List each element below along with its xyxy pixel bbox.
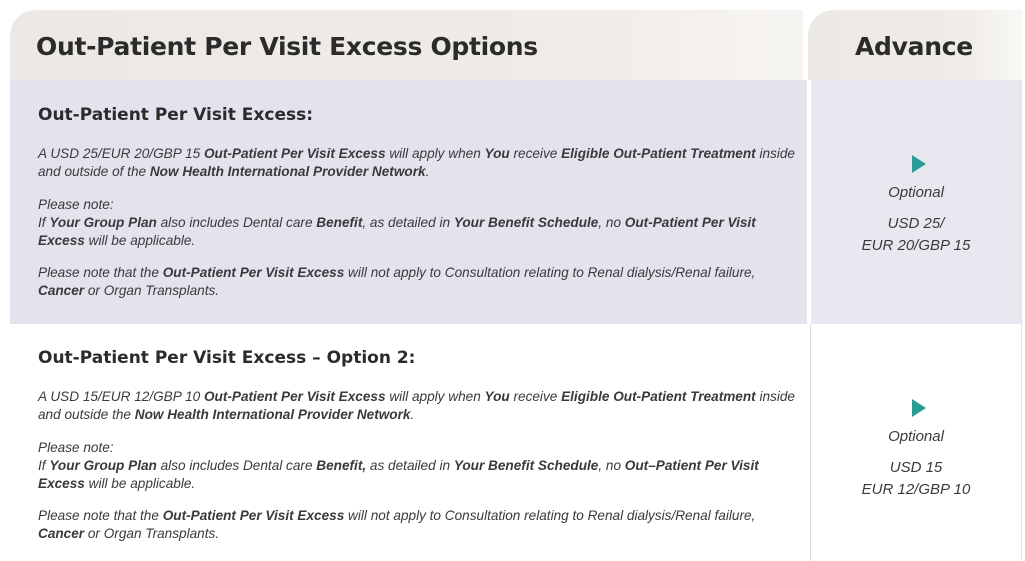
bold-term: Cancer xyxy=(38,283,85,298)
table-header-title-cell: Out-Patient Per Visit Excess Options xyxy=(10,10,803,80)
option-price-line-2: EUR 20/GBP 15 xyxy=(861,237,971,254)
page-title: Out-Patient Per Visit Excess Options xyxy=(36,32,538,61)
option-label: Optional xyxy=(888,428,944,445)
bold-term: Eligible Out-Patient Treatment xyxy=(561,389,756,404)
text-run: also includes Dental care xyxy=(156,458,317,473)
bold-term: Out-Patient Per Visit Excess xyxy=(203,389,386,404)
text-run: If xyxy=(38,215,50,230)
section-1-paragraph-2: If Your Group Plan also includes Dental … xyxy=(38,214,768,250)
text-run: . xyxy=(425,164,430,179)
bold-term: Your Group Plan xyxy=(49,458,157,473)
section-1-paragraph-3: Please note that the Out-Patient Per Vis… xyxy=(38,264,798,300)
text-run: receive xyxy=(509,389,562,404)
bold-term: Your Group Plan xyxy=(49,215,157,230)
text-run: , as detailed in xyxy=(362,215,454,230)
bold-term: Benefit, xyxy=(316,458,367,473)
bold-term: You xyxy=(484,389,510,404)
section-1-title: Out-Patient Per Visit Excess: xyxy=(38,105,314,125)
text-run: or Organ Transplants. xyxy=(84,283,220,298)
text-run: will be applicable. xyxy=(84,233,196,248)
text-run: , no xyxy=(598,215,625,230)
option-price-line-1: USD 15 xyxy=(889,459,943,476)
section-2-title: Out-Patient Per Visit Excess – Option 2: xyxy=(38,348,416,368)
section-1-note-heading: Please note: xyxy=(38,197,114,212)
bold-term: Now Health International Provider Networ… xyxy=(134,407,411,422)
section-2-paragraph-3: Please note that the Out-Patient Per Vis… xyxy=(38,507,798,543)
section-2-note-heading: Please note: xyxy=(38,440,114,455)
text-run: receive xyxy=(509,146,562,161)
bold-term: Cancer xyxy=(38,526,85,541)
text-run: will not apply to Consultation relating … xyxy=(344,508,756,523)
bold-term: Eligible Out-Patient Treatment xyxy=(561,146,756,161)
text-run: will apply when xyxy=(385,146,485,161)
bold-term: Benefit xyxy=(316,215,363,230)
table-right-border xyxy=(1021,80,1022,561)
option-label: Optional xyxy=(888,184,944,201)
text-run: Please note that the xyxy=(38,508,163,523)
section-2-option: Optional USD 15 EUR 12/GBP 10 xyxy=(811,399,1021,501)
bold-term: Now Health International Provider Networ… xyxy=(149,164,426,179)
bold-term: Your Benefit Schedule xyxy=(453,458,599,473)
text-run: or Organ Transplants. xyxy=(84,526,220,541)
text-run: will apply when xyxy=(385,389,485,404)
bold-term: Out-Patient Per Visit Excess xyxy=(162,508,345,523)
option-price-line-2: EUR 12/GBP 10 xyxy=(861,481,971,498)
text-run: A USD 15/EUR 12/GBP 10 xyxy=(38,389,204,404)
bold-term: Out-Patient Per Visit Excess xyxy=(203,146,386,161)
section-2-paragraph-1: A USD 15/EUR 12/GBP 10 Out-Patient Per V… xyxy=(38,388,798,424)
text-run: A USD 25/EUR 20/GBP 15 xyxy=(38,146,204,161)
text-run: will be applicable. xyxy=(84,476,196,491)
text-run: also includes Dental care xyxy=(156,215,317,230)
bold-term: Your Benefit Schedule xyxy=(453,215,599,230)
play-arrow-icon xyxy=(912,155,926,173)
text-run: . xyxy=(410,407,415,422)
column-title-advance: Advance xyxy=(855,32,973,61)
bold-term: You xyxy=(484,146,510,161)
option-price-line-1: USD 25/ xyxy=(887,215,945,232)
text-run: as detailed in xyxy=(366,458,454,473)
section-1-paragraph-1: A USD 25/EUR 20/GBP 15 Out-Patient Per V… xyxy=(38,145,798,181)
text-run: , no xyxy=(598,458,625,473)
bold-term: Out-Patient Per Visit Excess xyxy=(162,265,345,280)
text-run: will not apply to Consultation relating … xyxy=(344,265,756,280)
section-2-paragraph-2: If Your Group Plan also includes Dental … xyxy=(38,457,768,493)
table-header-column-cell: Advance xyxy=(808,10,1023,80)
section-1-option: Optional USD 25/ EUR 20/GBP 15 xyxy=(811,155,1021,257)
play-arrow-icon xyxy=(912,399,926,417)
text-run: If xyxy=(38,458,50,473)
text-run: Please note that the xyxy=(38,265,163,280)
